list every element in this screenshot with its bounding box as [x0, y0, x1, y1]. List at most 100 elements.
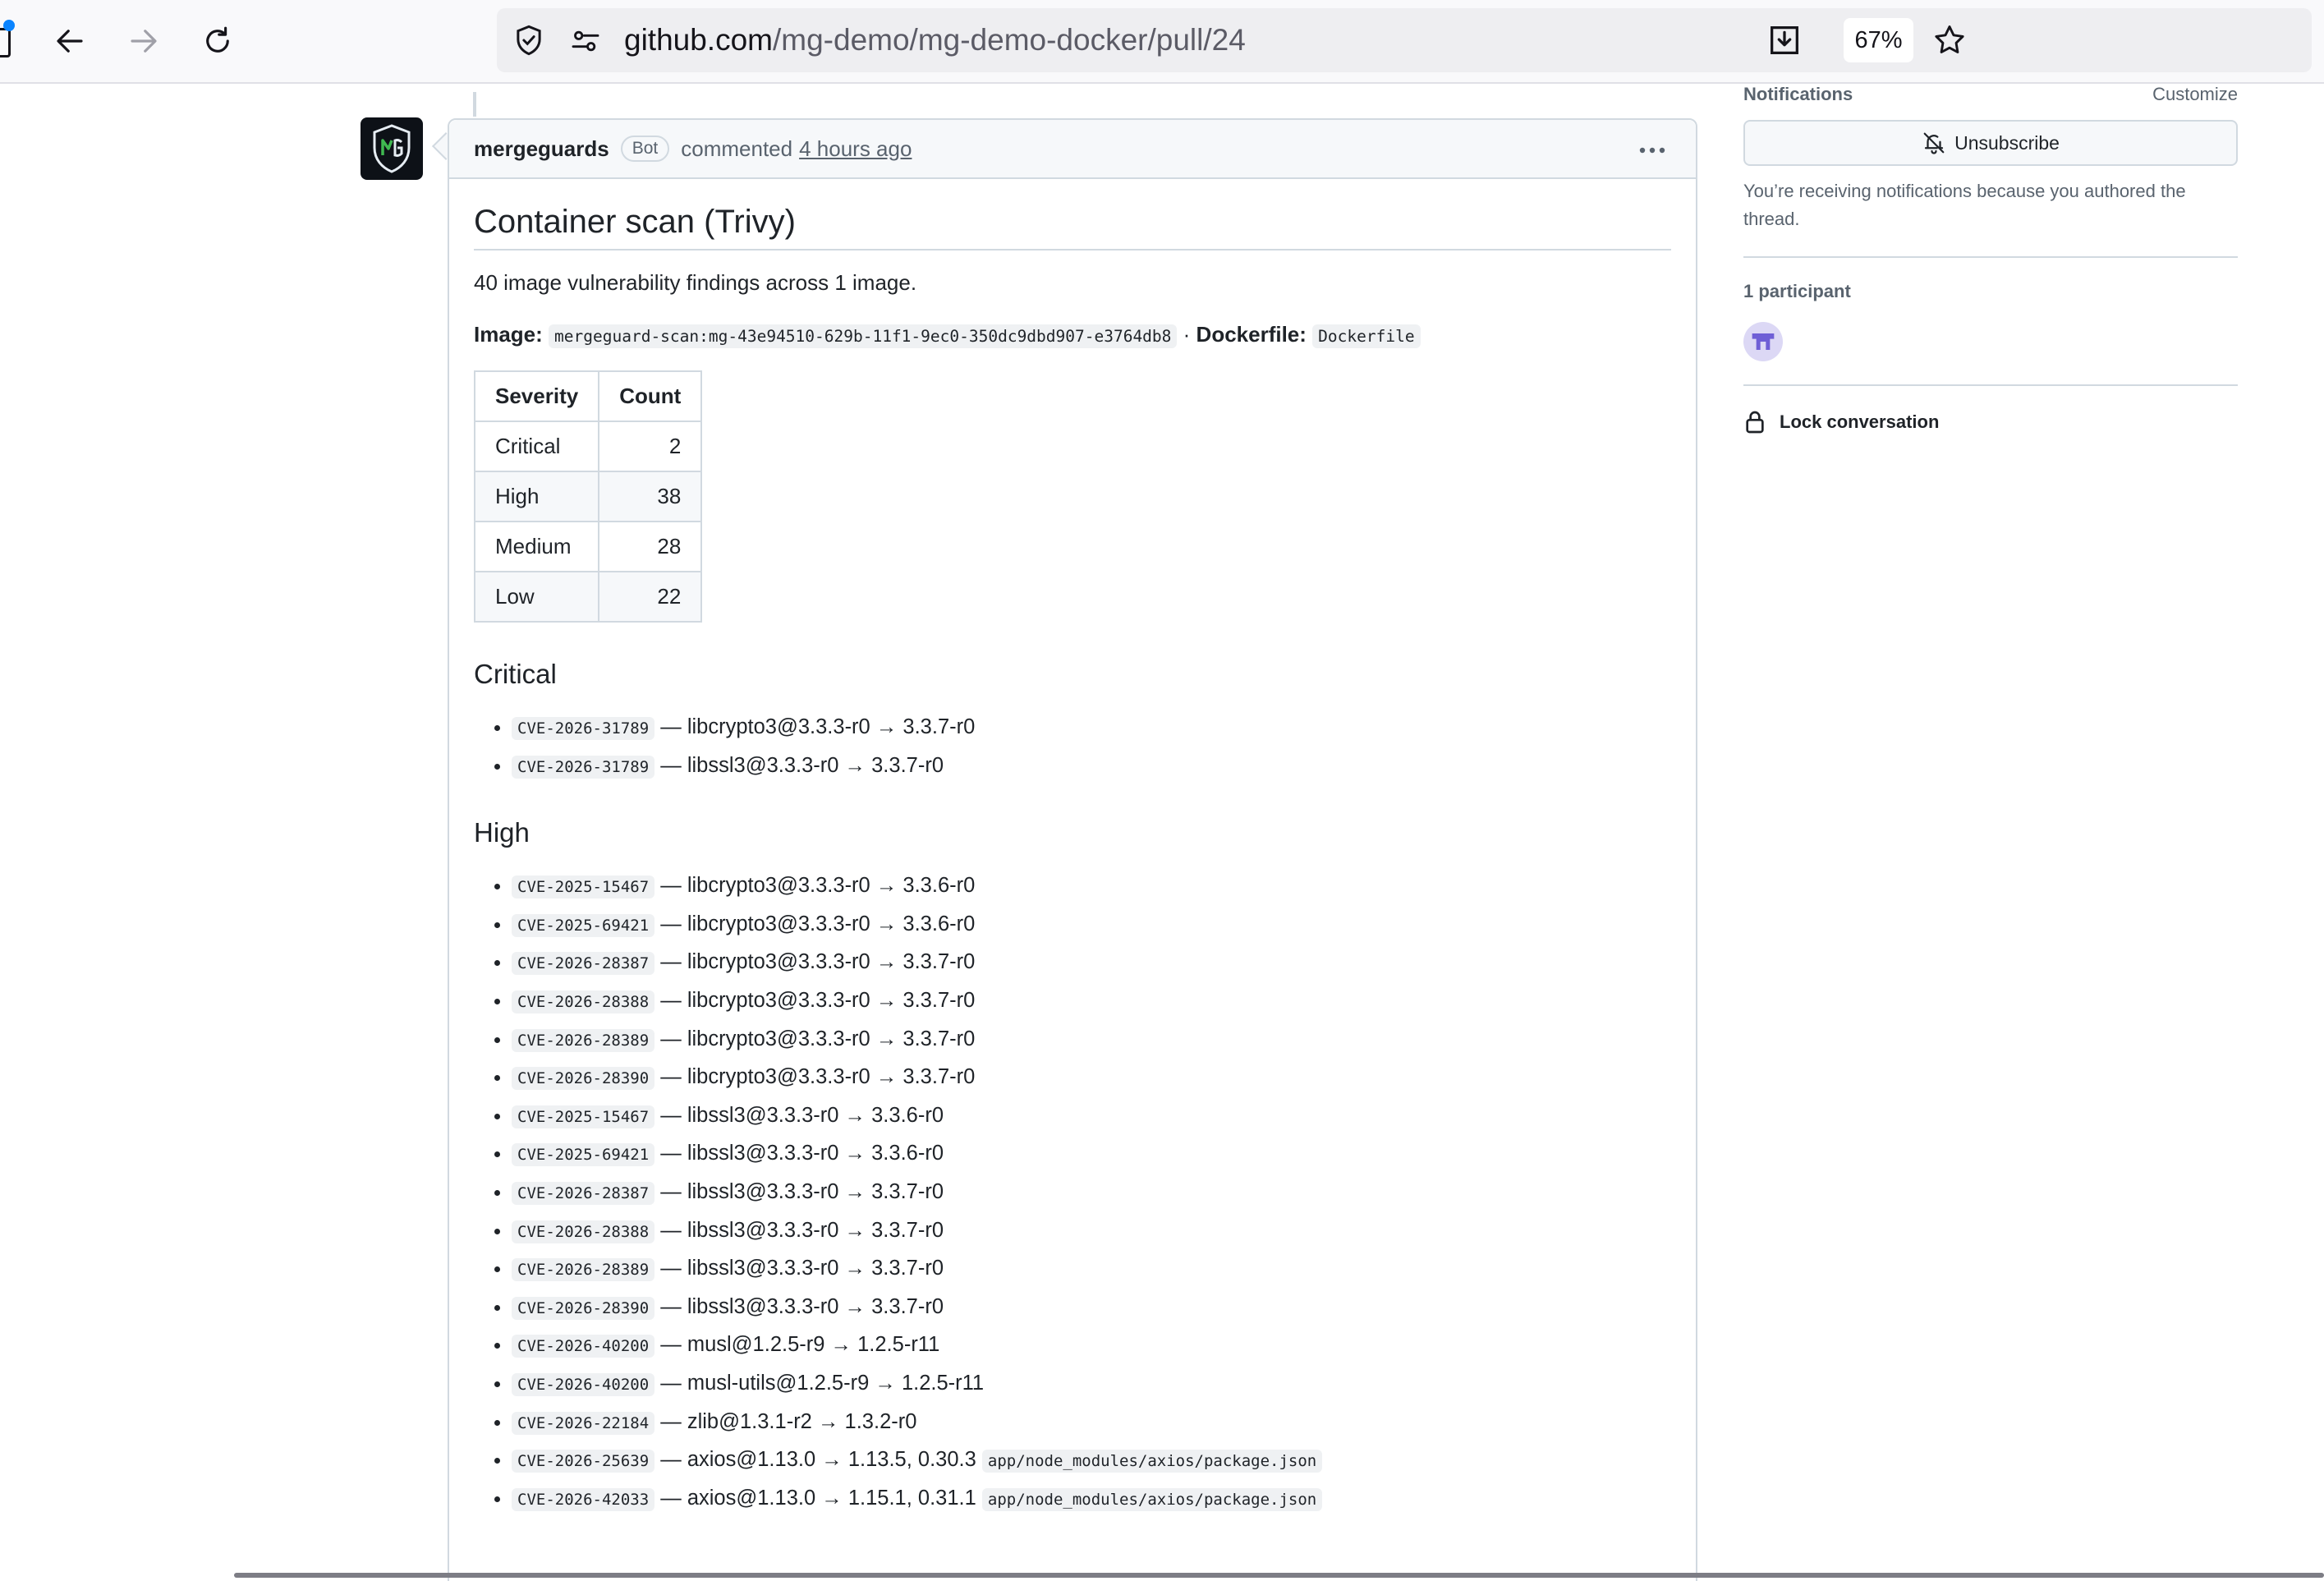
list-item: CVE-2025-15467 — libssl3@3.3.3-r0 → 3.3.…: [512, 1096, 1671, 1135]
url-host: github.com: [624, 23, 773, 57]
cve-id: CVE-2026-28390: [512, 1067, 655, 1091]
package-update: — axios@1.13.0 → 1.15.1, 0.31.1: [660, 1486, 976, 1510]
severity-cell: High: [473, 471, 600, 522]
cve-id: CVE-2026-28387: [512, 1181, 655, 1205]
participants-heading: 1 participant: [1743, 281, 1851, 301]
list-item: CVE-2026-40200 — musl-utils@1.2.5-r9 → 1…: [512, 1364, 1671, 1403]
list-item: CVE-2026-31789 — libcrypto3@3.3.3-r0 → 3…: [512, 708, 1671, 747]
list-item: CVE-2026-42033 — axios@1.13.0 → 1.15.1, …: [512, 1479, 1671, 1518]
tab-indicator-dot: [3, 20, 15, 31]
cve-id: CVE-2025-15467: [512, 876, 655, 899]
package-update: — libcrypto3@3.3.3-r0 → 3.3.6-r0: [660, 874, 976, 898]
cve-id: CVE-2026-31789: [512, 717, 655, 740]
package-update: — libcrypto3@3.3.3-r0 → 3.3.7-r0: [660, 1027, 976, 1050]
cve-id: CVE-2026-42033: [512, 1487, 655, 1511]
forward-button[interactable]: [123, 21, 164, 62]
package-update: — libssl3@3.3.3-r0 → 3.3.7-r0: [660, 1218, 944, 1242]
shield-icon[interactable]: [512, 23, 546, 57]
bot-badge: Bot: [620, 136, 670, 162]
package-update: — libcrypto3@3.3.3-r0 → 3.3.7-r0: [660, 1065, 976, 1089]
identicon-icon: [1752, 333, 1775, 350]
horizontal-scrollbar[interactable]: [234, 1573, 2324, 1578]
cve-id: CVE-2026-22184: [512, 1411, 655, 1435]
cve-id: CVE-2025-69421: [512, 913, 655, 937]
table-row: Low 22: [473, 571, 703, 623]
reload-button[interactable]: [197, 21, 238, 62]
comment-timestamp[interactable]: 4 hours ago: [799, 136, 912, 162]
sidebar-divider: [1743, 256, 2238, 258]
author-avatar[interactable]: [361, 117, 423, 180]
cve-list-high: CVE-2025-15467 — libcrypto3@3.3.3-r0 → 3…: [474, 866, 1671, 1517]
section-heading-high: High: [474, 817, 530, 848]
package-update: — musl-utils@1.2.5-r9 → 1.2.5-r11: [660, 1371, 985, 1395]
package-update: — libcrypto3@3.3.3-r0 → 3.3.6-r0: [660, 912, 976, 935]
dockerfile-value: Dockerfile: [1312, 324, 1421, 348]
cve-id: CVE-2025-69421: [512, 1143, 655, 1167]
package-path: app/node_modules/axios/package.json: [981, 1450, 1323, 1473]
section-heading-critical: Critical: [474, 659, 557, 689]
package-path: app/node_modules/axios/package.json: [981, 1487, 1323, 1511]
download-icon[interactable]: [1766, 21, 1803, 59]
table-row: Critical 2: [473, 421, 703, 472]
list-item: CVE-2026-22184 — zlib@1.3.1-r2 → 1.3.2-r…: [512, 1403, 1671, 1441]
customize-link[interactable]: Customize: [2152, 84, 2238, 105]
zoom-level-button[interactable]: 67%: [1844, 18, 1913, 62]
sidebar: Notifications Customize Unsubscribe You’…: [1743, 84, 2238, 435]
comment-author[interactable]: mergeguards: [474, 136, 609, 162]
package-update: — libcrypto3@3.3.3-r0 → 3.3.7-r0: [660, 715, 976, 738]
reload-icon: [206, 26, 229, 53]
count-cell: 2: [598, 421, 703, 472]
comment-header: mergeguards Bot commented 4 hours ago: [449, 120, 1696, 179]
cve-id: CVE-2026-25639: [512, 1450, 655, 1473]
package-update: — libssl3@3.3.3-r0 → 3.3.7-r0: [660, 1294, 944, 1318]
package-update: — zlib@1.3.1-r2 → 1.3.2-r0: [660, 1409, 917, 1433]
lock-icon: [1746, 411, 1764, 434]
cve-id: CVE-2026-28390: [512, 1296, 655, 1320]
list-item: CVE-2025-69421 — libcrypto3@3.3.3-r0 → 3…: [512, 905, 1671, 944]
list-item: CVE-2026-28390 — libcrypto3@3.3.3-r0 → 3…: [512, 1058, 1671, 1096]
address-bar[interactable]: github.com/mg-demo/mg-demo-docker/pull/2…: [497, 8, 2312, 72]
back-button[interactable]: [49, 21, 90, 62]
pull-request-page: mergeguards Bot commented 4 hours ago Co…: [0, 84, 2324, 1581]
list-item: CVE-2026-28390 — libssl3@3.3.3-r0 → 3.3.…: [512, 1288, 1671, 1326]
count-cell: 22: [598, 571, 703, 623]
bookmark-star-icon[interactable]: [1931, 22, 1968, 58]
participant-avatar[interactable]: [1743, 322, 1783, 361]
cve-id: CVE-2026-40200: [512, 1372, 655, 1396]
list-item: CVE-2026-31789 — libssl3@3.3.3-r0 → 3.3.…: [512, 747, 1671, 785]
lock-conversation-button[interactable]: Lock conversation: [1743, 409, 2238, 435]
cve-id: CVE-2026-28387: [512, 952, 655, 976]
forward-arrow-icon: [131, 30, 157, 53]
comment-action: commented: [681, 136, 793, 161]
list-item: CVE-2025-15467 — libcrypto3@3.3.3-r0 → 3…: [512, 866, 1671, 905]
back-arrow-icon: [57, 30, 83, 53]
notification-reason: You’re receiving notifications because y…: [1743, 181, 2186, 229]
unsubscribe-button[interactable]: Unsubscribe: [1743, 120, 2238, 166]
tab-icon[interactable]: [0, 28, 11, 57]
image-value: mergeguard-scan:mg-43e94510-629b-11f1-9e…: [549, 324, 1178, 348]
notifications-header: Notifications Customize: [1743, 84, 2238, 105]
table-header-count: Count: [598, 370, 703, 422]
severity-cell: Critical: [473, 421, 600, 472]
separator-dot: ·: [1183, 322, 1191, 347]
url-path: /mg-demo/mg-demo-docker/pull/24: [773, 23, 1246, 57]
comment-options-button[interactable]: [1638, 140, 1666, 165]
package-update: — musl@1.2.5-r9 → 1.2.5-r11: [660, 1333, 940, 1357]
list-item: CVE-2026-40200 — musl@1.2.5-r9 → 1.2.5-r…: [512, 1326, 1671, 1364]
cve-id: CVE-2026-28388: [512, 1220, 655, 1243]
count-cell: 38: [598, 471, 703, 522]
cve-id: CVE-2026-28388: [512, 990, 655, 1013]
package-update: — axios@1.13.0 → 1.13.5, 0.30.3: [660, 1448, 976, 1472]
package-update: — libssl3@3.3.3-r0 → 3.3.6-r0: [660, 1103, 944, 1127]
url-text[interactable]: github.com/mg-demo/mg-demo-docker/pull/2…: [624, 8, 1246, 72]
site-permissions-icon[interactable]: [569, 25, 602, 57]
cve-list-critical: CVE-2026-31789 — libcrypto3@3.3.3-r0 → 3…: [474, 708, 1671, 784]
package-update: — libssl3@3.3.3-r0 → 3.3.7-r0: [660, 1179, 944, 1203]
dockerfile-label: Dockerfile:: [1196, 322, 1307, 347]
list-item: CVE-2025-69421 — libssl3@3.3.3-r0 → 3.3.…: [512, 1134, 1671, 1173]
list-item: CVE-2026-28388 — libssl3@3.3.3-r0 → 3.3.…: [512, 1211, 1671, 1250]
scan-title: Container scan (Trivy): [474, 204, 1671, 250]
package-update: — libssl3@3.3.3-r0 → 3.3.7-r0: [660, 1257, 944, 1280]
comment-box: mergeguards Bot commented 4 hours ago Co…: [448, 118, 1697, 1581]
image-label: Image:: [474, 322, 543, 347]
